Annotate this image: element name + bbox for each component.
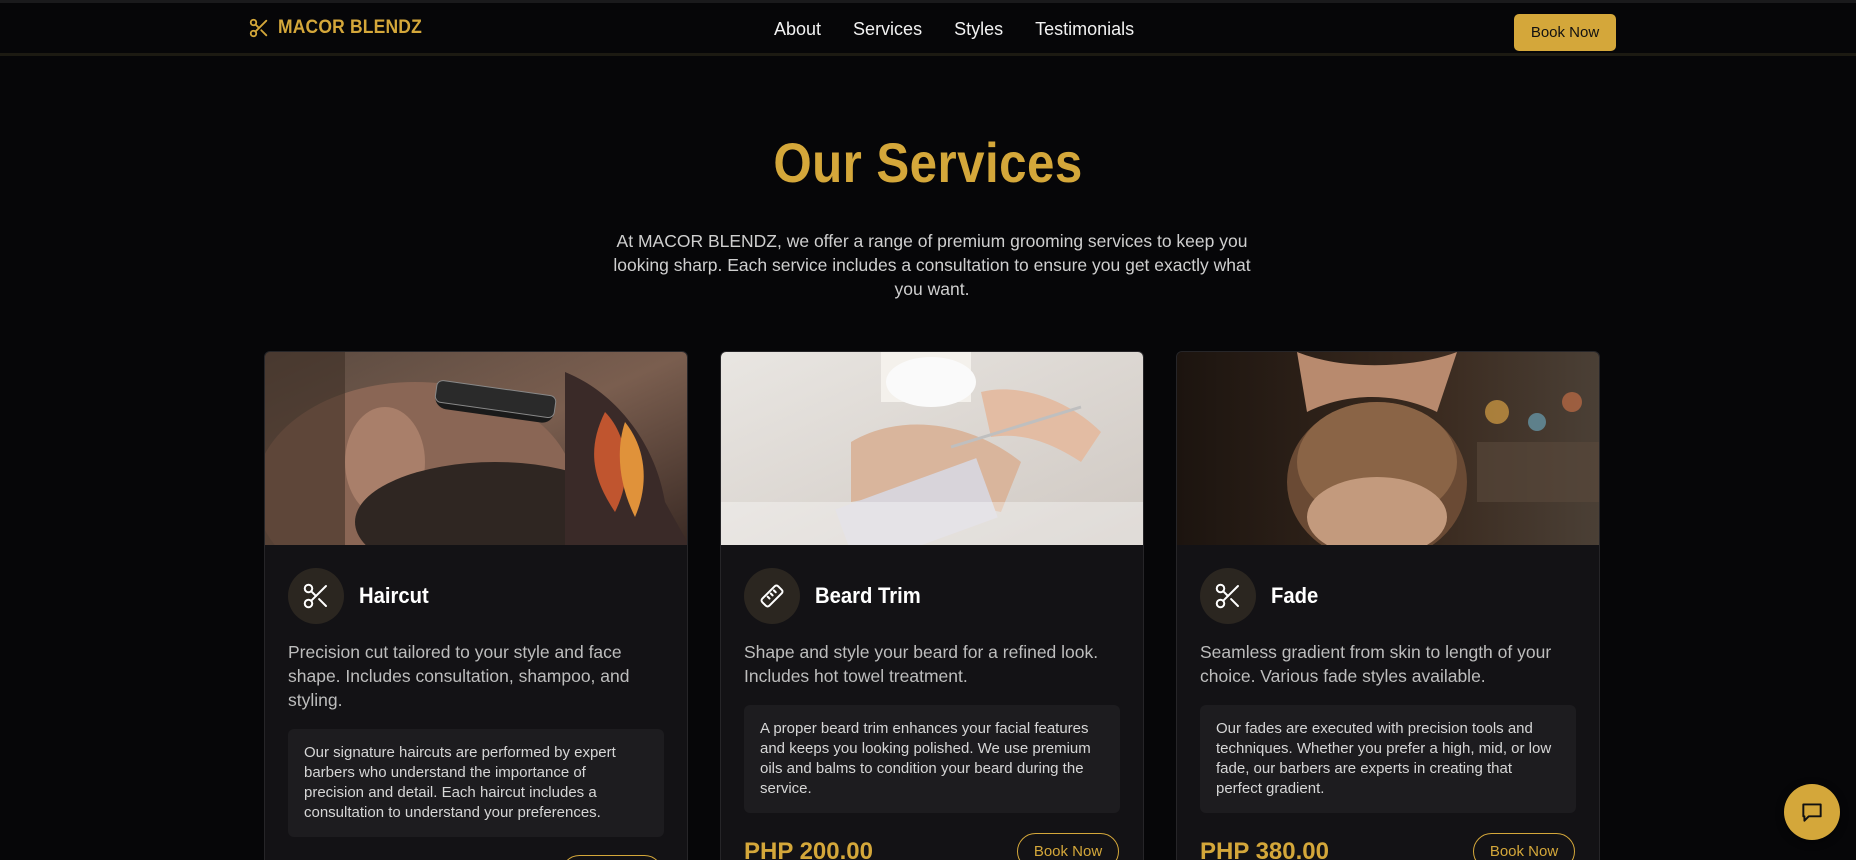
- chat-bubble-icon[interactable]: [1784, 784, 1840, 840]
- nav-link-testimonials[interactable]: Testimonials: [1035, 19, 1134, 40]
- main-nav: About Services Styles Testimonials: [774, 19, 1134, 40]
- service-description: Precision cut tailored to your style and…: [288, 642, 630, 710]
- service-detail: Our fades are executed with precision to…: [1200, 705, 1576, 813]
- section-intro: At MACOR BLENDZ, we offer a range of pre…: [613, 231, 1251, 299]
- service-image-haircut: [265, 352, 687, 545]
- scissors-icon: [248, 17, 270, 39]
- service-header-haircut: Haircut: [288, 568, 435, 624]
- nav-link-services[interactable]: Services: [853, 19, 922, 40]
- service-card-haircut: Haircut Precision cut tailored to your s…: [264, 351, 688, 860]
- service-title: Haircut: [359, 583, 429, 608]
- book-now-button-fade[interactable]: Book Now: [1473, 833, 1575, 860]
- service-card-fade: Fade Seamless gradient from skin to leng…: [1176, 351, 1600, 860]
- service-description: Shape and style your beard for a refined…: [744, 642, 1099, 686]
- book-now-button-beard-trim[interactable]: Book Now: [1017, 833, 1119, 860]
- service-detail: A proper beard trim enhances your facial…: [744, 705, 1120, 813]
- brand-logo[interactable]: MACOR BLENDZ: [248, 17, 435, 39]
- scissors-icon: [288, 568, 344, 624]
- razor-icon: [744, 568, 800, 624]
- service-header-fade: Fade: [1200, 568, 1322, 624]
- service-detail: Our signature haircuts are performed by …: [288, 729, 664, 837]
- service-card-beard-trim: Beard Trim Shape and style your beard fo…: [720, 351, 1144, 860]
- service-description: Seamless gradient from skin to length of…: [1200, 642, 1552, 686]
- brand-name: MACOR BLENDZ: [278, 17, 422, 38]
- service-image-fade: [1177, 352, 1599, 545]
- nav-link-about[interactable]: About: [774, 19, 821, 40]
- service-title: Fade: [1271, 583, 1319, 608]
- header-book-now-button[interactable]: Book Now: [1514, 14, 1616, 51]
- service-title: Beard Trim: [815, 583, 921, 608]
- site-header: MACOR BLENDZ About Services Styles Testi…: [0, 0, 1856, 56]
- service-price: PHP 380.00: [1200, 838, 1329, 860]
- book-now-button-haircut[interactable]: [561, 855, 663, 860]
- nav-link-styles[interactable]: Styles: [954, 19, 1003, 40]
- scissors-icon: [1200, 568, 1256, 624]
- service-image-beard-trim: [721, 352, 1143, 545]
- section-title: Our Services: [773, 131, 1083, 194]
- service-price: PHP 200.00: [744, 838, 873, 860]
- service-header-beard-trim: Beard Trim: [744, 568, 930, 624]
